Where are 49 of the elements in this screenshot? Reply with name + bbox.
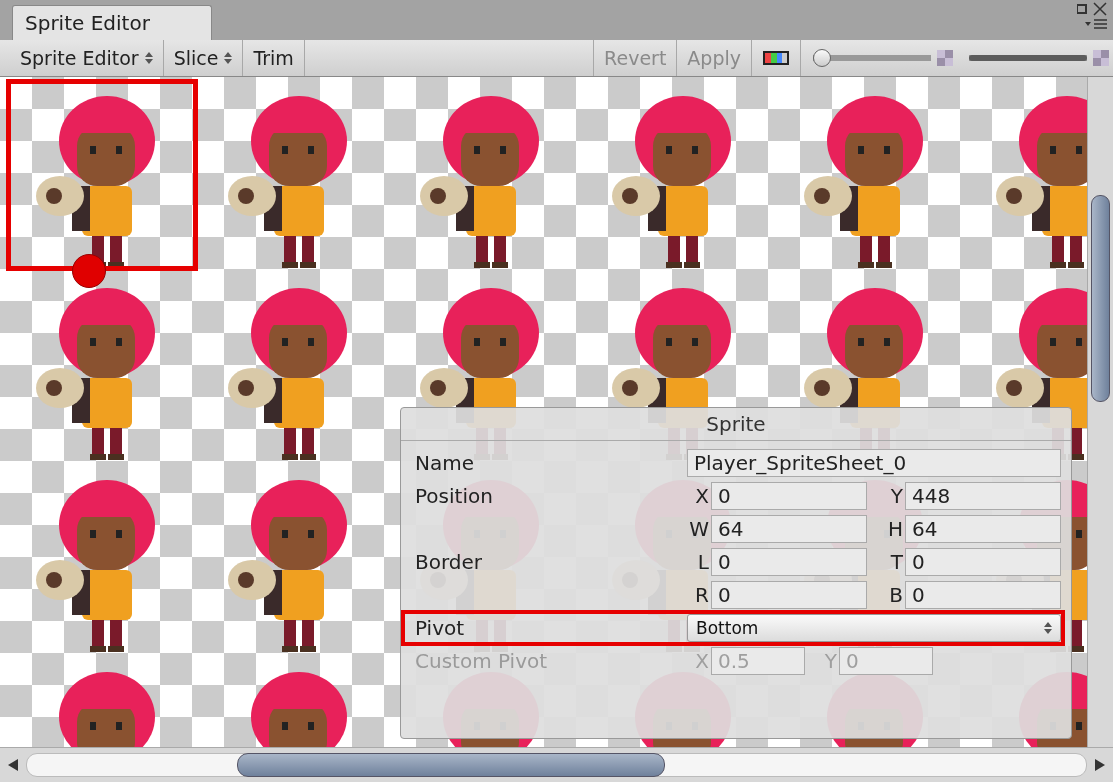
axis-label: X bbox=[694, 649, 710, 673]
number-field[interactable]: 0 bbox=[711, 548, 867, 576]
axis-label: X bbox=[694, 484, 710, 508]
field-label: Border bbox=[415, 550, 484, 574]
axis-label: L bbox=[696, 550, 710, 574]
number-field[interactable]: 0 bbox=[711, 482, 867, 510]
scroll-thumb[interactable] bbox=[237, 753, 665, 777]
axis-label: B bbox=[888, 583, 904, 607]
field-label: Custom Pivot bbox=[415, 649, 549, 673]
field-label: Pivot bbox=[415, 616, 466, 640]
menu-icon[interactable] bbox=[1085, 18, 1107, 30]
selected-sprite-frame[interactable] bbox=[6, 79, 198, 271]
number-field[interactable]: 0 bbox=[905, 548, 1061, 576]
field-label: Name bbox=[415, 451, 475, 475]
horizontal-scrollbar[interactable] bbox=[0, 747, 1113, 782]
axis-label: T bbox=[889, 550, 904, 574]
updown-arrows-icon bbox=[1044, 622, 1052, 634]
number-field[interactable]: 0 bbox=[711, 581, 867, 609]
maximize-icon[interactable] bbox=[1077, 2, 1107, 16]
left-arrow-icon[interactable] bbox=[8, 759, 18, 771]
field-label: Position bbox=[415, 484, 494, 508]
toolbar-button[interactable]: Trim bbox=[243, 40, 305, 76]
name-field[interactable]: Player_SpriteSheet_0 bbox=[687, 449, 1061, 477]
axis-label: W bbox=[688, 517, 710, 541]
pivot-dropdown[interactable]: Bottom bbox=[687, 614, 1061, 642]
updown-arrows-icon bbox=[224, 52, 233, 64]
number-field[interactable]: 0 bbox=[905, 581, 1061, 609]
panel-title: Sprite bbox=[401, 408, 1071, 441]
number-field[interactable]: 64 bbox=[711, 515, 867, 543]
right-arrow-icon[interactable] bbox=[1095, 759, 1105, 771]
window-tab[interactable]: Sprite Editor bbox=[12, 5, 212, 40]
checker-icon bbox=[937, 50, 953, 66]
vertical-scrollbar[interactable] bbox=[1087, 77, 1113, 747]
number-field[interactable]: 448 bbox=[905, 482, 1061, 510]
scroll-thumb[interactable] bbox=[1091, 195, 1110, 402]
axis-label: R bbox=[694, 583, 710, 607]
toolbar-dropdown[interactable]: Sprite Editor bbox=[10, 40, 164, 76]
number-field: 0.5 bbox=[711, 647, 805, 675]
number-field: 0 bbox=[839, 647, 933, 675]
axis-label: H bbox=[886, 517, 904, 541]
toolbar-dropdown[interactable]: Slice bbox=[163, 40, 244, 76]
axis-label: Y bbox=[823, 649, 838, 673]
number-field[interactable]: 64 bbox=[905, 515, 1061, 543]
axis-label: Y bbox=[889, 484, 904, 508]
slider-thumb[interactable] bbox=[813, 49, 831, 67]
pivot-handle[interactable] bbox=[72, 254, 106, 288]
rgb-swatch-icon bbox=[762, 50, 790, 66]
checker-icon bbox=[1093, 50, 1109, 66]
updown-arrows-icon bbox=[144, 52, 153, 64]
